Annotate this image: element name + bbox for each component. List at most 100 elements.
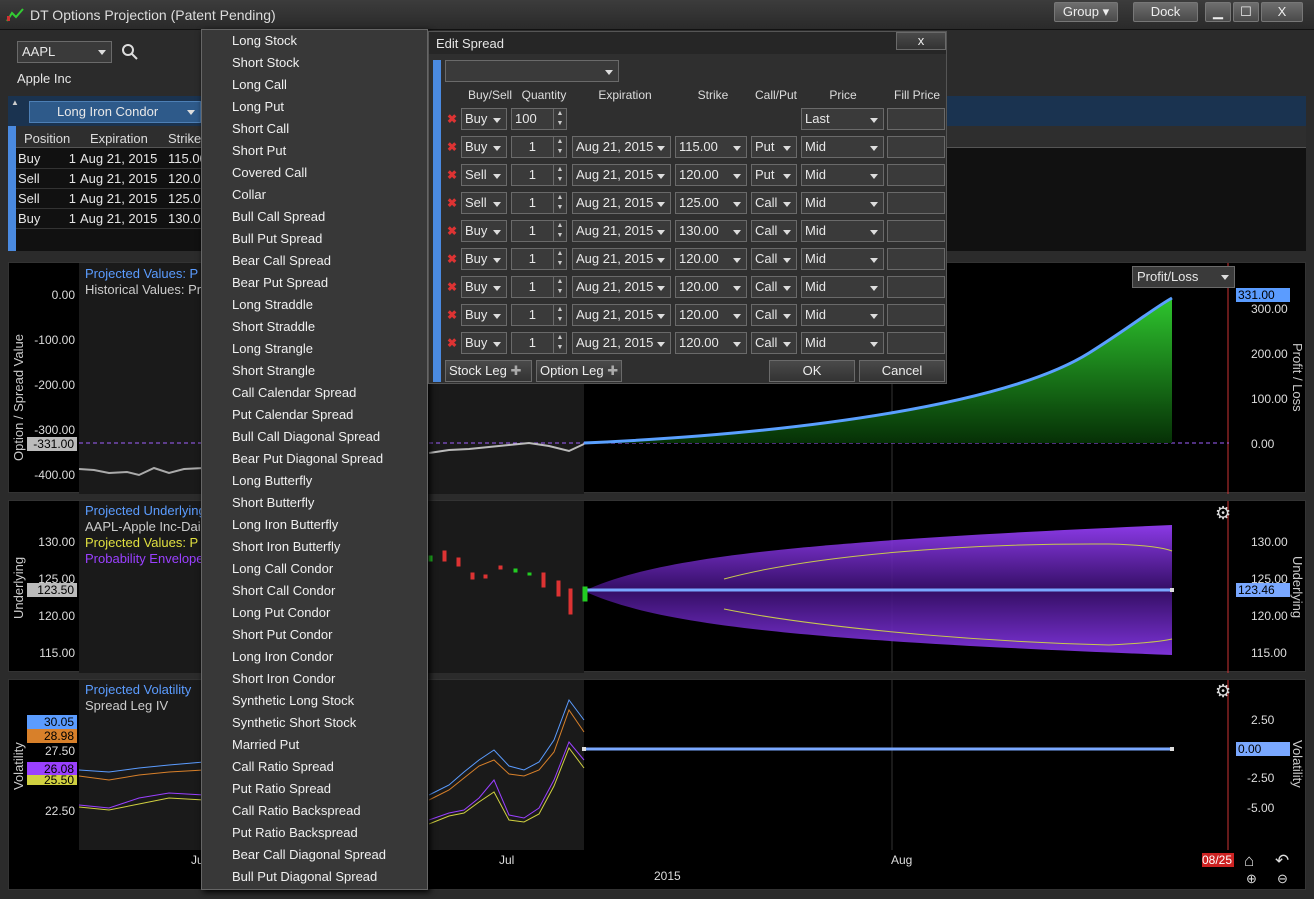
menu-item[interactable]: Short Strangle (202, 360, 427, 382)
expiration-combo[interactable]: Aug 21, 2015 (572, 248, 671, 270)
menu-item[interactable]: Long Put Condor (202, 602, 427, 624)
quantity-field[interactable]: 1 (511, 332, 555, 354)
menu-item[interactable]: Long Put (202, 96, 427, 118)
price-combo[interactable]: Mid (801, 304, 884, 326)
quantity-spinner[interactable]: ▲ ▼ (553, 108, 567, 130)
side-combo[interactable]: Buy (461, 136, 507, 158)
callput-combo[interactable]: Put (751, 136, 797, 158)
menu-item[interactable]: Call Calendar Spread (202, 382, 427, 404)
search-icon[interactable] (121, 43, 139, 61)
side-combo[interactable]: Buy (461, 304, 507, 326)
delete-leg-icon[interactable]: ✖ (447, 112, 457, 126)
side-combo[interactable]: Sell (461, 192, 507, 214)
price-combo[interactable]: Mid (801, 192, 884, 214)
delete-leg-icon[interactable]: ✖ (447, 308, 457, 322)
menu-item[interactable]: Short Put (202, 140, 427, 162)
menu-item[interactable]: Long Call Condor (202, 558, 427, 580)
home-icon[interactable]: ⌂ (1244, 851, 1254, 871)
quantity-field[interactable]: 1 (511, 248, 555, 270)
fill-price-field[interactable] (887, 136, 945, 158)
callput-combo[interactable]: Call (751, 220, 797, 242)
menu-item[interactable]: Short Butterfly (202, 492, 427, 514)
minimize-button[interactable]: ▁ (1205, 2, 1231, 22)
menu-item[interactable]: Long Straddle (202, 294, 427, 316)
strike-combo[interactable]: 115.00 (675, 136, 747, 158)
fill-price-field[interactable] (887, 164, 945, 186)
menu-item[interactable]: Put Calendar Spread (202, 404, 427, 426)
menu-item[interactable]: Covered Call (202, 162, 427, 184)
menu-item[interactable]: Long Stock (202, 30, 427, 52)
quantity-field[interactable]: 1 (511, 304, 555, 326)
fill-price-field[interactable] (887, 276, 945, 298)
strike-combo[interactable]: 120.00 (675, 304, 747, 326)
menu-item[interactable]: Long Call (202, 74, 427, 96)
quantity-spinner[interactable]: ▲ ▼ (553, 136, 567, 158)
fill-price-field[interactable] (887, 332, 945, 354)
delete-leg-icon[interactable]: ✖ (447, 252, 457, 266)
table-row[interactable] (16, 169, 202, 189)
menu-item[interactable]: Put Ratio Backspread (202, 822, 427, 844)
menu-item[interactable]: Short Straddle (202, 316, 427, 338)
strike-combo[interactable]: 120.00 (675, 276, 747, 298)
zoom-out-icon[interactable]: ⊖ (1277, 871, 1288, 887)
strike-combo[interactable]: 125.00 (675, 192, 747, 214)
price-combo[interactable]: Mid (801, 248, 884, 270)
menu-item[interactable]: Collar (202, 184, 427, 206)
delete-leg-icon[interactable]: ✖ (447, 280, 457, 294)
expiration-combo[interactable]: Aug 21, 2015 (572, 164, 671, 186)
expiration-combo[interactable]: Aug 21, 2015 (572, 192, 671, 214)
fill-price-field[interactable] (887, 248, 945, 270)
quantity-spinner[interactable]: ▲ ▼ (553, 248, 567, 270)
quantity-spinner[interactable]: ▲ ▼ (553, 220, 567, 242)
fill-price-field[interactable] (887, 304, 945, 326)
callput-combo[interactable]: Call (751, 276, 797, 298)
menu-item[interactable]: Short Call (202, 118, 427, 140)
menu-item[interactable]: Bull Put Diagonal Spread (202, 866, 427, 888)
price-combo[interactable]: Mid (801, 136, 884, 158)
menu-item[interactable]: Put Ratio Spread (202, 778, 427, 800)
menu-item[interactable]: Bull Put Spread (202, 228, 427, 250)
callput-combo[interactable]: Call (751, 192, 797, 214)
price-combo[interactable]: Mid (801, 164, 884, 186)
collapse-icon[interactable]: ▲ (11, 98, 19, 107)
callput-combo[interactable]: Call (751, 332, 797, 354)
callput-combo[interactable]: Call (751, 248, 797, 270)
table-row[interactable] (16, 149, 202, 169)
callput-combo[interactable]: Put (751, 164, 797, 186)
dialog-close-button[interactable]: x (896, 32, 946, 50)
price-combo[interactable]: Last (801, 108, 884, 130)
menu-item[interactable]: Short Iron Butterfly (202, 536, 427, 558)
menu-item[interactable]: Bear Call Spread (202, 250, 427, 272)
side-combo[interactable]: Buy (461, 108, 507, 130)
quantity-spinner[interactable]: ▲ ▼ (553, 192, 567, 214)
quantity-field[interactable]: 1 (511, 192, 555, 214)
menu-item[interactable]: Short Stock (202, 52, 427, 74)
strike-combo[interactable]: 120.00 (675, 332, 747, 354)
strike-combo[interactable]: 120.00 (675, 248, 747, 270)
menu-item[interactable]: Synthetic Short Stock (202, 712, 427, 734)
menu-item[interactable]: Bull Call Spread (202, 206, 427, 228)
add-option-leg-button[interactable]: Option Leg ✚ (536, 360, 622, 382)
symbol-combo[interactable]: AAPL (17, 41, 112, 63)
quantity-spinner[interactable]: ▲ ▼ (553, 332, 567, 354)
group-button[interactable]: Group ▾ (1054, 2, 1118, 22)
side-combo[interactable]: Buy (461, 332, 507, 354)
menu-item[interactable]: Bear Call Diagonal Spread (202, 844, 427, 866)
strike-combo[interactable]: 120.00 (675, 164, 747, 186)
gear-icon[interactable]: ⚙ (1215, 681, 1231, 702)
menu-item[interactable]: Long Butterfly (202, 470, 427, 492)
table-row[interactable] (16, 209, 202, 229)
expiration-combo[interactable]: Aug 21, 2015 (572, 276, 671, 298)
menu-item[interactable]: Synthetic Long Stock (202, 690, 427, 712)
menu-item[interactable]: Short Put Condor (202, 624, 427, 646)
delete-leg-icon[interactable]: ✖ (447, 168, 457, 182)
quantity-field[interactable]: 1 (511, 220, 555, 242)
menu-item[interactable]: Long Iron Butterfly (202, 514, 427, 536)
menu-item[interactable]: Long Iron Condor (202, 646, 427, 668)
pl-mode-combo[interactable]: Profit/Loss (1132, 266, 1235, 288)
expiration-combo[interactable]: Aug 21, 2015 (572, 220, 671, 242)
callput-combo[interactable]: Call (751, 304, 797, 326)
side-combo[interactable]: Sell (461, 164, 507, 186)
side-combo[interactable]: Buy (461, 220, 507, 242)
fill-price-field[interactable] (887, 108, 945, 130)
